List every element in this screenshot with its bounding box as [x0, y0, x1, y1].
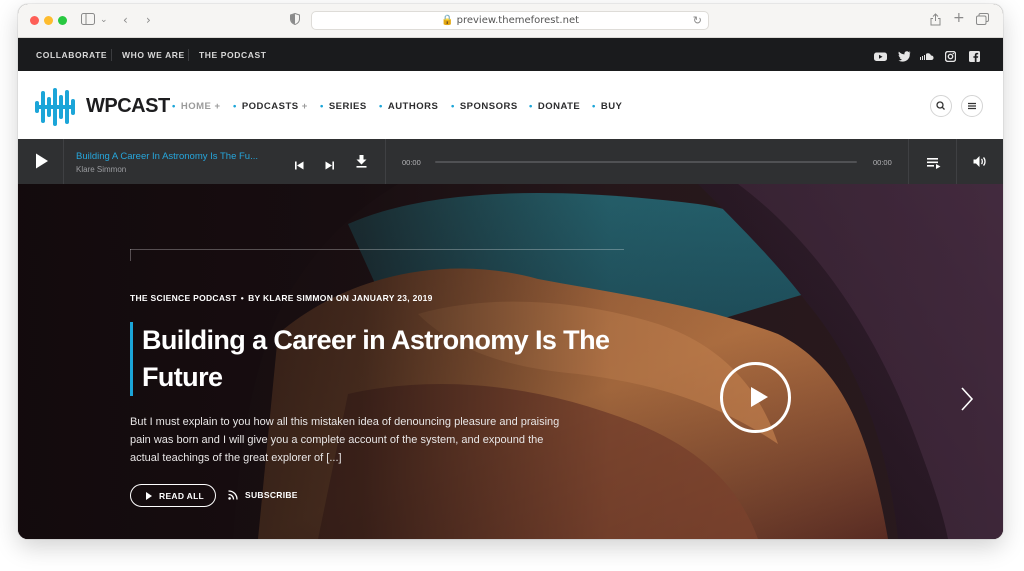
read-all-button[interactable]: READ ALL	[130, 484, 216, 507]
chevron-down-icon[interactable]: ⌄	[100, 13, 108, 27]
read-all-label: READ ALL	[159, 491, 205, 501]
nav-label: SERIES	[328, 101, 367, 112]
topbar-divider	[111, 49, 112, 61]
post-byline: BY KLARE SIMMON ON JANUARY 23, 2019	[248, 293, 433, 303]
playlist-button[interactable]	[927, 156, 941, 174]
nav-item-series[interactable]: • SERIES	[320, 101, 367, 112]
nav-label: DONATE	[537, 101, 581, 112]
nav-bullet: •	[451, 101, 455, 112]
download-icon	[356, 155, 367, 168]
nav-item-donate[interactable]: • DONATE	[529, 101, 580, 112]
topbar-divider	[188, 49, 189, 61]
browser-toolbar: ⌄ ‹ › 🔒 preview.themeforest.net ↻ +	[18, 4, 1003, 38]
youtube-icon[interactable]	[874, 49, 887, 61]
browser-window: ⌄ ‹ › 🔒 preview.themeforest.net ↻ + COLL…	[18, 4, 1003, 539]
submenu-plus-icon: +	[214, 101, 221, 112]
hero-decor-line-vertical	[130, 249, 131, 261]
nav-item-podcasts[interactable]: • PODCASTS +	[233, 101, 308, 112]
nav-bullet: •	[379, 101, 383, 112]
play-icon	[36, 153, 48, 169]
playlist-icon	[927, 158, 941, 169]
forward-icon[interactable]: ›	[146, 13, 151, 27]
nav-item-home[interactable]: • HOME +	[172, 101, 221, 112]
site-header: WPCAST • HOME + • PODCASTS + • SERIES • AUTH…	[18, 71, 1003, 139]
hamburger-icon	[968, 102, 976, 110]
rss-icon	[228, 490, 238, 500]
new-tab-icon[interactable]: +	[953, 11, 965, 25]
player-divider	[908, 139, 909, 184]
close-window-button[interactable]	[30, 16, 39, 25]
chevron-right-icon	[961, 387, 974, 411]
skip-previous-icon	[295, 161, 304, 170]
instagram-icon[interactable]	[944, 49, 957, 63]
minimize-window-button[interactable]	[44, 16, 53, 25]
play-icon	[146, 492, 152, 500]
post-excerpt: But I must explain to you how all this m…	[130, 416, 560, 464]
menu-button[interactable]	[961, 95, 983, 117]
nav-label: BUY	[600, 101, 623, 112]
nav-label: HOME	[180, 101, 212, 112]
current-time: 00:00	[402, 158, 421, 167]
duration: 00:00	[873, 158, 892, 167]
nav-item-buy[interactable]: • BUY	[592, 101, 622, 112]
topbar-link-who-we-are[interactable]: WHO WE ARE	[122, 50, 185, 60]
reload-icon[interactable]: ↻	[693, 14, 702, 27]
back-icon[interactable]: ‹	[123, 13, 128, 27]
facebook-icon[interactable]	[969, 49, 981, 62]
title-accent-bar	[130, 322, 133, 396]
shield-icon[interactable]	[290, 12, 300, 28]
nav-bullet: •	[172, 101, 176, 112]
soundcloud-icon[interactable]	[920, 49, 934, 60]
post-title[interactable]: Building a Career in Astronomy Is The Fu…	[142, 322, 612, 396]
next-track-button[interactable]	[325, 157, 334, 175]
nav-bullet: •	[529, 101, 533, 112]
play-icon	[751, 387, 768, 407]
post-category[interactable]: THE SCIENCE PODCAST	[130, 293, 237, 303]
hero-slider: THE SCIENCE PODCAST • BY KLARE SIMMON ON J…	[18, 184, 1003, 539]
search-icon	[936, 101, 945, 110]
player-divider	[63, 139, 64, 184]
player-divider	[956, 139, 957, 184]
logo-icon[interactable]	[35, 87, 81, 132]
audio-player: Building A Career In Astronomy Is The Fu…	[18, 139, 1003, 184]
hero-play-button[interactable]	[720, 362, 791, 433]
sidebar-toggle-icon[interactable]	[81, 13, 95, 28]
skip-next-icon	[325, 161, 334, 170]
post-meta: THE SCIENCE PODCAST • BY KLARE SIMMON ON J…	[130, 293, 433, 303]
nav-item-authors[interactable]: • AUTHORS	[379, 101, 438, 112]
nav-label: SPONSORS	[459, 101, 518, 112]
top-bar: COLLABORATE WHO WE ARE THE PODCAST	[18, 38, 1003, 71]
slider-next-arrow[interactable]	[958, 386, 976, 412]
nav-label: AUTHORS	[387, 101, 439, 112]
nav-label: PODCASTS	[241, 101, 299, 112]
zoom-window-button[interactable]	[58, 16, 67, 25]
share-icon[interactable]	[930, 13, 941, 29]
track-author: Klare Simmon	[76, 165, 127, 174]
previous-track-button[interactable]	[295, 157, 304, 175]
progress-track[interactable]	[435, 161, 857, 163]
submenu-plus-icon: +	[301, 101, 308, 112]
topbar-link-the-podcast[interactable]: THE PODCAST	[199, 50, 267, 60]
nav-bullet: •	[320, 101, 324, 112]
play-button[interactable]	[35, 153, 49, 174]
search-button[interactable]	[930, 95, 952, 117]
nav-item-sponsors[interactable]: • SPONSORS	[451, 101, 518, 112]
tab-overview-icon[interactable]	[976, 13, 989, 28]
download-button[interactable]	[356, 155, 367, 173]
meta-separator: •	[240, 293, 245, 303]
subscribe-label: SUBSCRIBE	[245, 490, 298, 500]
nav-bullet: •	[592, 101, 596, 112]
track-title[interactable]: Building A Career In Astronomy Is The Fu…	[76, 151, 258, 162]
twitter-icon[interactable]	[898, 49, 911, 62]
nav-bullet: •	[233, 101, 237, 112]
hero-decor-line	[130, 249, 624, 250]
url-text: 🔒 preview.themeforest.net	[440, 15, 580, 26]
url-value: preview.themeforest.net	[456, 15, 580, 26]
player-divider	[385, 139, 386, 184]
volume-icon	[973, 156, 986, 167]
logo-text[interactable]: WPCAST	[86, 95, 170, 118]
volume-button[interactable]	[973, 155, 987, 173]
topbar-link-collaborate[interactable]: COLLABORATE	[36, 50, 107, 60]
address-bar[interactable]: 🔒 preview.themeforest.net ↻	[311, 11, 709, 30]
